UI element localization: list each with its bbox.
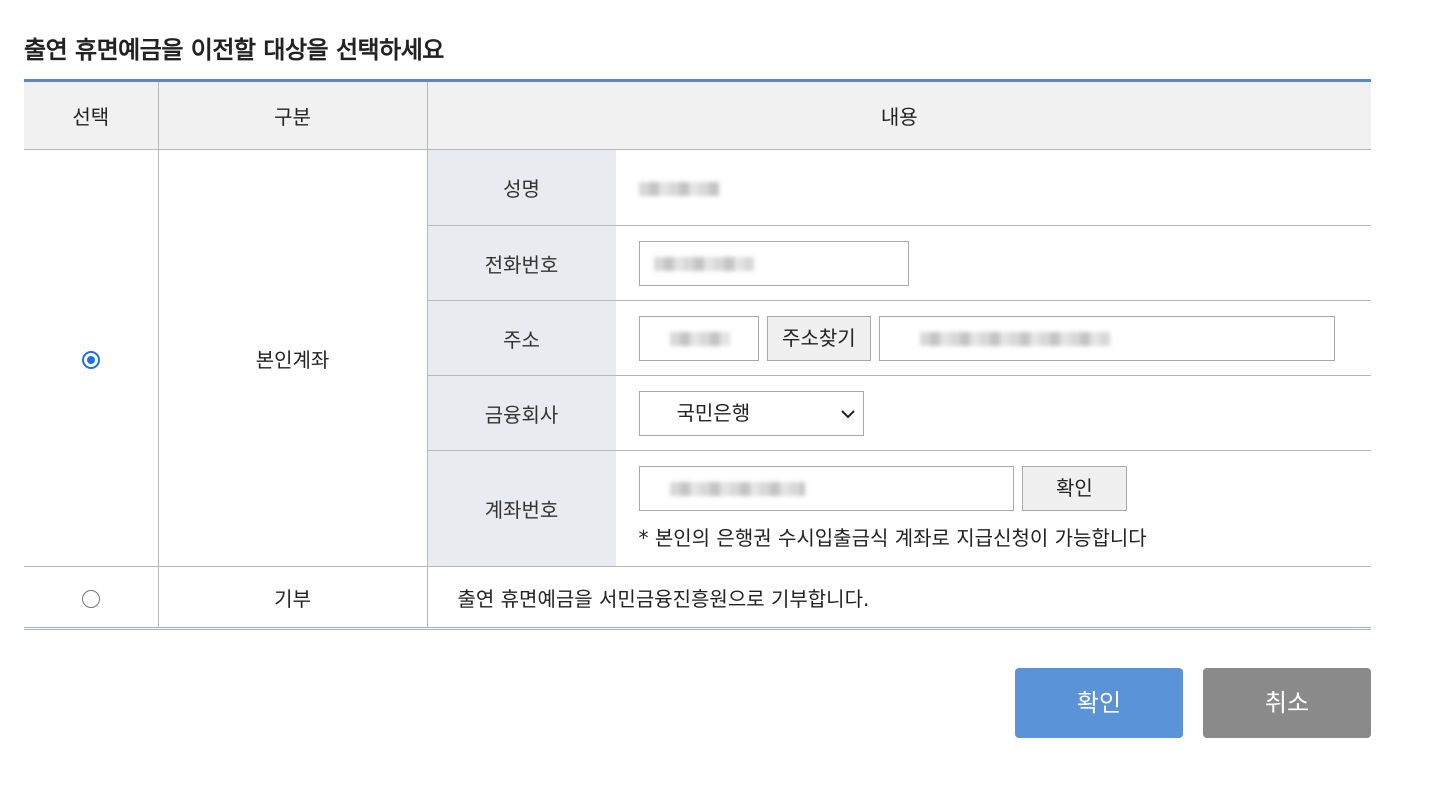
- address-value-cell: 주소찾기: [615, 300, 1371, 376]
- donation-category: 기부: [157, 566, 427, 629]
- bank-selected-value: 국민은행: [676, 400, 751, 425]
- address-label: 주소: [427, 300, 616, 376]
- phone-redacted: [653, 256, 754, 271]
- phone-input[interactable]: [638, 240, 909, 286]
- bank-select[interactable]: 국민은행: [638, 390, 864, 436]
- bank-row: 금융회사 국민은행: [427, 375, 1371, 451]
- chevron-down-icon: [840, 392, 855, 435]
- cancel-button[interactable]: 취소: [1203, 668, 1371, 738]
- phone-label: 전화번호: [427, 225, 616, 301]
- name-redacted: [638, 182, 719, 196]
- address-redacted: [920, 331, 1111, 346]
- own-account-details: 성명 전화번호 주소 주소찾기 금융회사 국민은행 계좌번호 확인 * 본인의 …: [426, 149, 1372, 567]
- page-title: 출연 휴면예금을 이전할 대상을 선택하세요: [24, 36, 444, 64]
- own-account-form: 성명 전화번호 주소 주소찾기 금융회사 국민은행 계좌번호 확인 * 본인의 …: [427, 150, 1372, 567]
- confirm-button[interactable]: 확인: [1015, 668, 1183, 738]
- bank-label: 금융회사: [427, 375, 616, 451]
- donation-description: 출연 휴면예금을 서민금융진흥원으로 기부합니다.: [426, 566, 1371, 629]
- zipcode-redacted: [669, 331, 730, 346]
- donation-radio[interactable]: [81, 589, 100, 608]
- header-category: 구분: [157, 80, 427, 150]
- transfer-target-table: 선택 구분 내용 본인계좌 성명 전화번호 주소 주소찾기 금융회사 국민은행 …: [24, 79, 1371, 630]
- account-input[interactable]: [638, 466, 1014, 511]
- donation-radio-cell: [24, 567, 158, 629]
- table-header-row: 선택 구분 내용: [24, 80, 1371, 150]
- own-account-row: 본인계좌 성명 전화번호 주소 주소찾기 금융회사 국민은행 계좌번호 확인 *…: [24, 149, 1372, 567]
- account-row: 계좌번호 확인 * 본인의 은행권 수시입출금식 계좌로 지급신청이 가능합니다: [427, 450, 1372, 567]
- zipcode-input[interactable]: [638, 315, 759, 361]
- account-verify-button[interactable]: 확인: [1021, 466, 1127, 511]
- account-note: * 본인의 은행권 수시입출금식 계좌로 지급신청이 가능합니다: [638, 526, 1147, 550]
- name-value: [615, 150, 1371, 226]
- phone-value-cell: [615, 225, 1371, 301]
- name-label: 성명: [427, 150, 616, 226]
- phone-row: 전화번호: [427, 225, 1371, 301]
- address-input[interactable]: [879, 315, 1336, 361]
- own-account-radio[interactable]: [81, 350, 100, 369]
- own-account-radio-cell: [24, 149, 158, 567]
- account-value-cell: 확인 * 본인의 은행권 수시입출금식 계좌로 지급신청이 가능합니다: [616, 451, 1372, 567]
- header-content: 내용: [426, 80, 1371, 150]
- own-account-category: 본인계좌: [157, 149, 427, 567]
- donation-row: 기부 출연 휴면예금을 서민금융진흥원으로 기부합니다.: [24, 566, 1371, 629]
- name-row: 성명: [427, 150, 1371, 226]
- address-search-button[interactable]: 주소찾기: [766, 315, 871, 361]
- address-row: 주소 주소찾기: [427, 300, 1371, 376]
- header-select: 선택: [24, 80, 158, 150]
- page: 출연 휴면예금을 이전할 대상을 선택하세요 선택 구분 내용 본인계좌 성명 …: [0, 0, 1437, 801]
- account-redacted: [669, 482, 805, 496]
- account-label: 계좌번호: [427, 450, 616, 566]
- bank-value-cell: 국민은행: [615, 375, 1371, 451]
